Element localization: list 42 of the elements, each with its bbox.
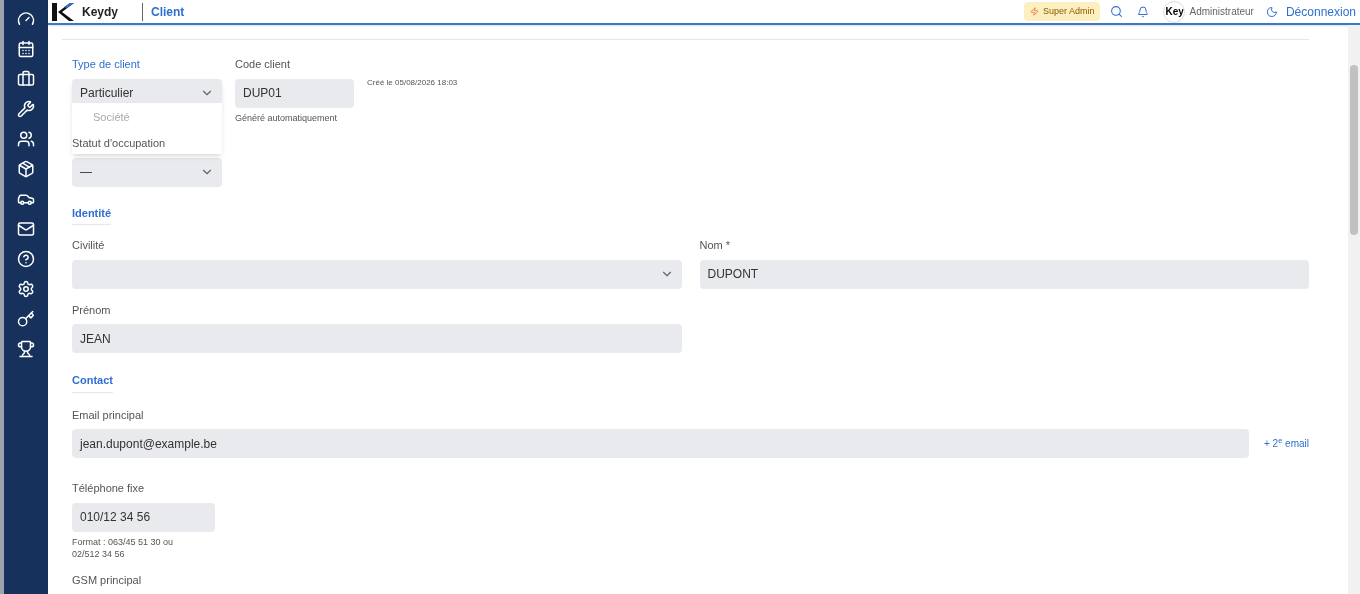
field-label: Prénom — [72, 302, 112, 318]
logo-icon — [52, 2, 74, 21]
field-label: Type de client — [72, 57, 141, 72]
moon-icon[interactable] — [1265, 5, 1278, 18]
key-icon[interactable] — [17, 310, 35, 328]
field-label: Code client — [235, 57, 292, 72]
calendar-icon[interactable] — [17, 40, 35, 58]
gauge-icon[interactable] — [17, 10, 35, 28]
occupancy-select[interactable]: — — [72, 157, 222, 187]
email-field[interactable]: jean.dupont@example.be — [72, 429, 1249, 458]
section-title: Contact — [72, 372, 113, 393]
user-name: Administrateur — [1189, 5, 1254, 19]
wrench-icon[interactable] — [17, 100, 35, 118]
add-email-link[interactable]: + 2$^{e}$ email — [1263, 436, 1309, 451]
role-badge: Super Admin — [1023, 1, 1101, 22]
lightning-icon — [1029, 7, 1039, 16]
page-title: Client — [151, 3, 185, 21]
last-name-field[interactable]: DUPONT — [699, 259, 1309, 289]
field-label: GSM principal — [72, 572, 143, 588]
field-label: Statut d'occupation — [72, 136, 167, 151]
box-icon[interactable] — [17, 160, 35, 178]
mail-icon[interactable] — [17, 220, 35, 238]
search-icon[interactable] — [1110, 5, 1124, 18]
phone-field[interactable]: 010/12 34 56 — [72, 502, 215, 532]
client-code-field[interactable]: DUP01 — [235, 78, 354, 108]
first-name-field[interactable]: JEAN — [72, 324, 682, 353]
bell-icon[interactable] — [1137, 5, 1150, 18]
field-label: Email principal — [72, 407, 145, 423]
field-label: Nom * — [699, 238, 732, 253]
section-title: Identité — [72, 204, 112, 225]
field-hint: Format : 063/45 51 30 ou 02/512 34 56 — [72, 535, 175, 560]
field-label: Téléphone fixe — [72, 481, 146, 496]
settings-icon[interactable] — [17, 280, 35, 298]
field-hint: Généré automatiquement — [235, 111, 339, 125]
users-icon[interactable] — [17, 130, 35, 148]
logout-link[interactable]: Déconnexion — [1285, 2, 1356, 21]
created-date: Créé le 05/08/2026 18:03 — [367, 77, 458, 89]
trophy-icon[interactable] — [17, 340, 35, 358]
field-label: Civilité — [72, 238, 106, 253]
help-icon[interactable] — [17, 250, 35, 268]
logo-text: Keydy — [82, 3, 119, 21]
briefcase-icon[interactable] — [17, 70, 35, 88]
